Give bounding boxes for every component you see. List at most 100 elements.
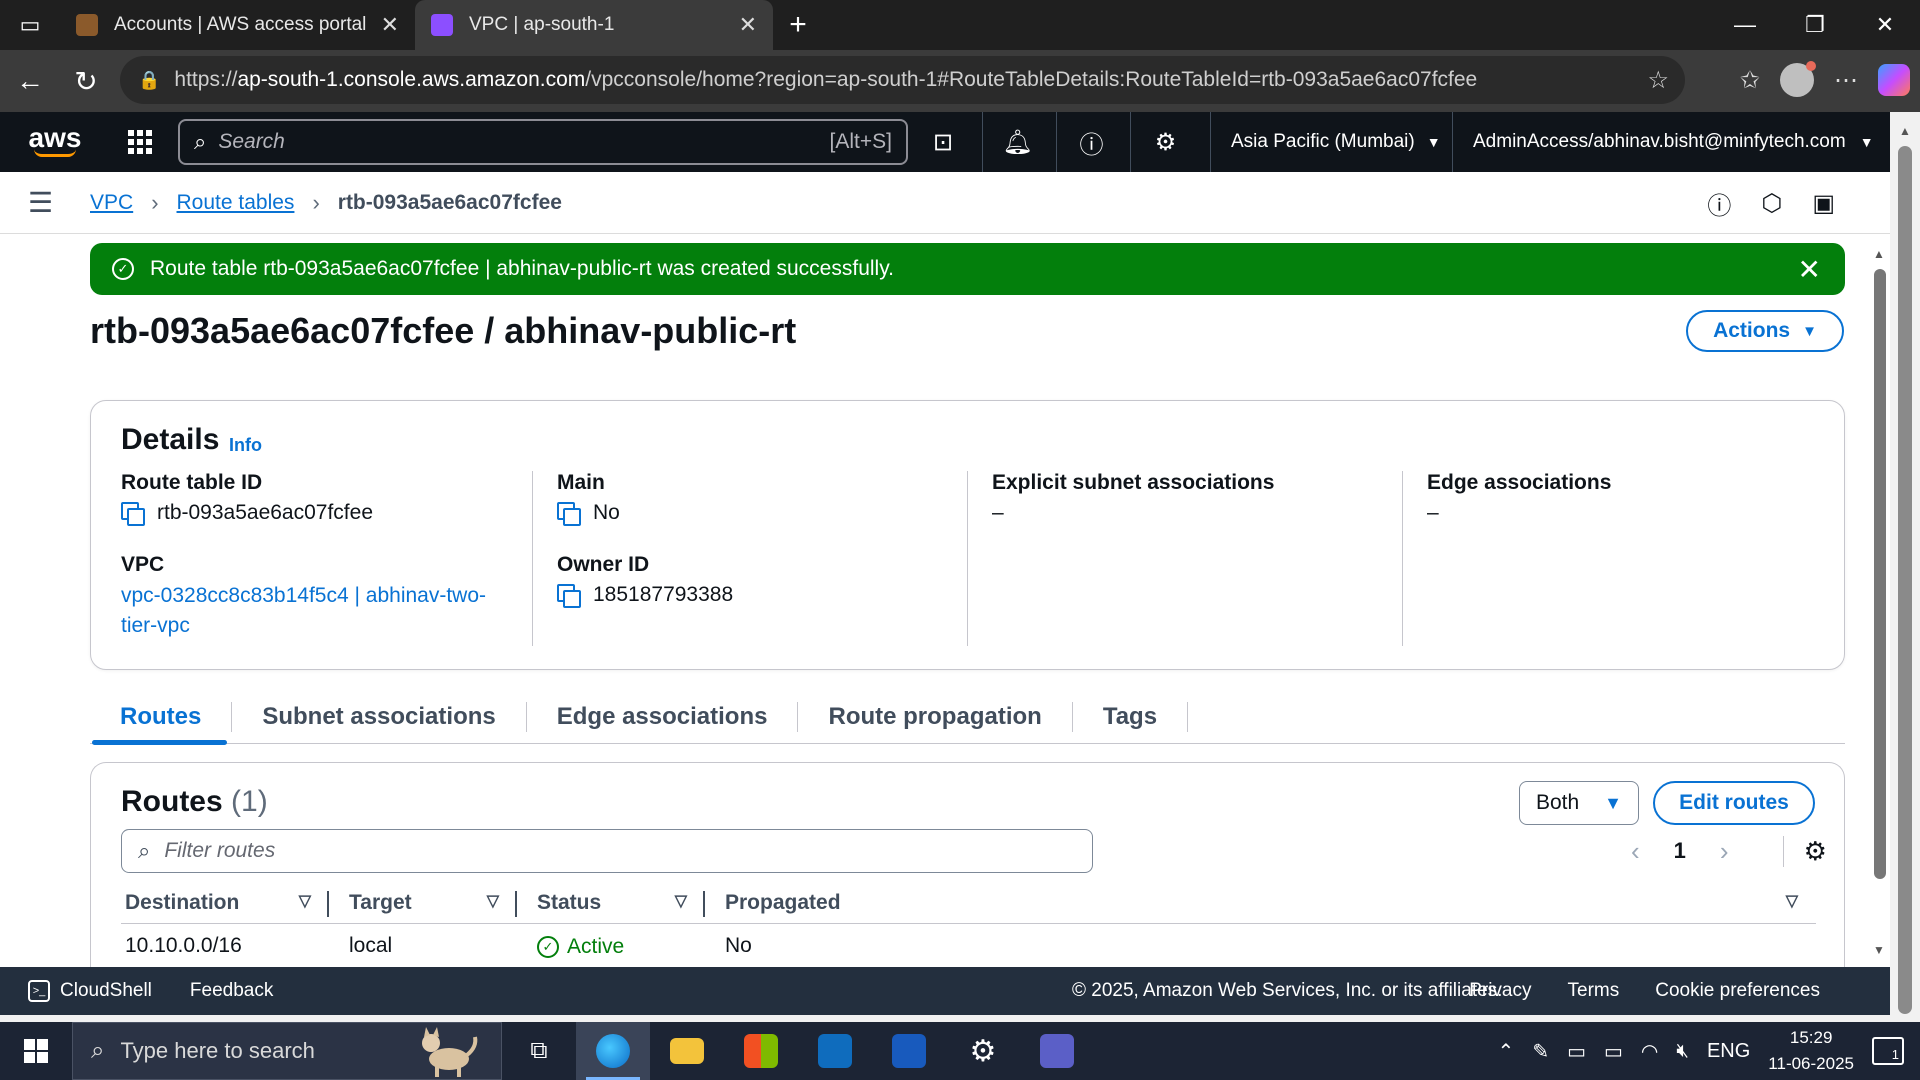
- microsoft-store-icon[interactable]: [724, 1022, 798, 1080]
- security-shield-icon[interactable]: ⬡: [1761, 189, 1782, 218]
- column-header-propagated[interactable]: Propagated ▽: [705, 883, 1816, 924]
- copy-icon[interactable]: [557, 584, 581, 608]
- close-tab-icon[interactable]: ✕: [381, 12, 399, 38]
- flash-message: Route table rtb-093a5ae6ac07fcfee | abhi…: [150, 257, 894, 280]
- copy-icon[interactable]: [557, 502, 581, 526]
- terms-link[interactable]: Terms: [1568, 980, 1620, 1002]
- edit-routes-button[interactable]: Edit routes: [1653, 781, 1815, 825]
- wifi-icon[interactable]: ◠: [1641, 1039, 1658, 1064]
- tray-app-icon[interactable]: ✎: [1532, 1039, 1549, 1064]
- language-indicator[interactable]: ENG: [1707, 1040, 1750, 1063]
- scroll-down-icon[interactable]: ▼: [1873, 943, 1885, 957]
- taskbar-search-input[interactable]: ⌕ Type here to search: [72, 1022, 502, 1080]
- refresh-icon[interactable]: ↻: [58, 53, 114, 109]
- outlook-icon[interactable]: [798, 1022, 872, 1080]
- sort-icon[interactable]: ▽: [675, 891, 687, 911]
- actions-button[interactable]: Actions ▼: [1686, 310, 1844, 352]
- tab-subnet-associations[interactable]: Subnet associations: [232, 701, 527, 732]
- settings-gear-icon[interactable]: ⚙: [946, 1022, 1020, 1080]
- scroll-up-icon[interactable]: ▲: [1899, 124, 1911, 138]
- clock[interactable]: 15:29 11-06-2025: [1768, 1025, 1854, 1077]
- tab-route-propagation[interactable]: Route propagation: [798, 701, 1073, 732]
- close-window-icon[interactable]: ✕: [1850, 0, 1920, 50]
- column-label: Target: [349, 890, 412, 914]
- cookie-preferences-link[interactable]: Cookie preferences: [1655, 980, 1820, 1002]
- task-view-icon[interactable]: ⧉: [502, 1022, 576, 1080]
- address-bar-row: ← ↻ 🔒 https://ap-south-1.console.aws.ama…: [0, 50, 1920, 112]
- vpc-link[interactable]: vpc-0328cc8c83b14f5c4 | abhinav-two-tier…: [121, 581, 511, 641]
- column-header-target[interactable]: Target ▽: [329, 883, 517, 924]
- cloudshell-button[interactable]: >_ CloudShell: [28, 980, 152, 1002]
- browser-scrollbar[interactable]: ▲: [1890, 112, 1920, 1022]
- close-icon[interactable]: ✕: [1798, 253, 1821, 286]
- minimize-icon[interactable]: —: [1710, 0, 1780, 50]
- notification-center-icon[interactable]: 1: [1872, 1037, 1904, 1065]
- battery-icon[interactable]: ▭: [1604, 1039, 1623, 1064]
- scroll-up-icon[interactable]: ▲: [1873, 247, 1885, 261]
- settings-gear-icon[interactable]: ⚙: [1130, 112, 1200, 172]
- privacy-link[interactable]: Privacy: [1469, 980, 1531, 1002]
- tab-tags[interactable]: Tags: [1073, 701, 1189, 732]
- route-filter-select[interactable]: Both ▼: [1519, 781, 1639, 825]
- tab-routes[interactable]: Routes: [90, 701, 233, 732]
- table-row[interactable]: 10.10.0.0/16 local ✓ Active No: [121, 923, 1816, 969]
- column-header-status[interactable]: Status ▽: [517, 883, 705, 924]
- url-host: ap-south-1.console.aws.amazon.com: [237, 68, 586, 91]
- cat-illustration-icon: [422, 1027, 478, 1077]
- new-tab-button[interactable]: +: [773, 0, 823, 50]
- favorite-star-icon[interactable]: ☆: [1647, 66, 1669, 95]
- aws-logo[interactable]: aws: [0, 112, 110, 172]
- show-hidden-icons-chevron-icon[interactable]: ⌃: [1498, 1039, 1515, 1064]
- cloudshell-icon[interactable]: ⊡: [908, 112, 978, 172]
- sort-icon[interactable]: ▽: [299, 891, 311, 911]
- region-selector[interactable]: Asia Pacific (Mumbai) ▼: [1210, 112, 1461, 172]
- next-page-icon[interactable]: ›: [1720, 836, 1729, 867]
- tab-actions-icon[interactable]: ▭: [0, 0, 60, 50]
- profile-avatar[interactable]: [1780, 61, 1816, 97]
- url-field[interactable]: 🔒 https://ap-south-1.console.aws.amazon.…: [120, 56, 1685, 104]
- feedback-link[interactable]: Feedback: [190, 980, 273, 1002]
- back-icon[interactable]: ←: [2, 53, 58, 109]
- menu-icon[interactable]: ☰: [28, 186, 80, 219]
- copyright-text: © 2025, Amazon Web Services, Inc. or its…: [1072, 980, 1503, 1001]
- scrollbar-thumb[interactable]: [1874, 269, 1886, 879]
- breadcrumb-route-tables[interactable]: Route tables: [177, 191, 295, 215]
- restore-icon[interactable]: ❐: [1780, 0, 1850, 50]
- url-prefix: https://: [174, 68, 238, 91]
- favorites-icon[interactable]: ✩: [1740, 66, 1760, 95]
- browser-tab-vpc[interactable]: VPC | ap-south-1 ✕: [415, 0, 773, 50]
- info-icon[interactable]: ⓘ: [1707, 186, 1731, 221]
- info-link[interactable]: Info: [229, 435, 262, 456]
- table-preferences-gear-icon[interactable]: ⚙: [1782, 835, 1827, 867]
- success-check-icon: ✓: [112, 258, 134, 280]
- feedback-monitor-icon[interactable]: ▣: [1812, 189, 1835, 218]
- more-options-icon[interactable]: ⋯: [1834, 66, 1858, 95]
- browser-tab-accounts[interactable]: Accounts | AWS access portal ✕: [60, 0, 415, 50]
- teams-icon[interactable]: [1020, 1022, 1094, 1080]
- content-scrollbar[interactable]: ▲ ▼: [1868, 245, 1890, 965]
- help-icon[interactable]: ⓘ: [1056, 112, 1126, 172]
- tray-monitor-icon[interactable]: ▭: [1567, 1039, 1586, 1064]
- file-explorer-icon[interactable]: [650, 1022, 724, 1080]
- breadcrumb-vpc[interactable]: VPC: [90, 191, 133, 215]
- copy-icon[interactable]: [121, 502, 145, 526]
- sort-icon[interactable]: ▽: [1786, 891, 1798, 911]
- filter-routes-input[interactable]: ⌕ Filter routes: [121, 829, 1093, 873]
- page-number[interactable]: 1: [1674, 838, 1686, 864]
- column-header-destination[interactable]: Destination ▽: [121, 883, 329, 924]
- copilot-icon[interactable]: [1878, 64, 1910, 96]
- start-button[interactable]: [0, 1022, 72, 1080]
- notifications-bell-icon[interactable]: 🔔︎: [982, 112, 1052, 172]
- volume-muted-icon[interactable]: 🔇︎: [1676, 1040, 1689, 1063]
- owner-id-label: Owner ID: [557, 553, 650, 576]
- previous-page-icon[interactable]: ‹: [1631, 836, 1640, 867]
- close-tab-icon[interactable]: ✕: [739, 12, 757, 38]
- services-menu-icon[interactable]: [110, 112, 170, 172]
- account-menu[interactable]: AdminAccess/abhinav.bisht@minfytech.com …: [1452, 112, 1894, 172]
- word-icon[interactable]: [872, 1022, 946, 1080]
- aws-search-input[interactable]: ⌕ Search [Alt+S]: [178, 119, 908, 165]
- edge-browser-icon[interactable]: [576, 1022, 650, 1080]
- tab-edge-associations[interactable]: Edge associations: [527, 701, 799, 732]
- sort-icon[interactable]: ▽: [487, 891, 499, 911]
- scrollbar-thumb[interactable]: [1898, 146, 1912, 1014]
